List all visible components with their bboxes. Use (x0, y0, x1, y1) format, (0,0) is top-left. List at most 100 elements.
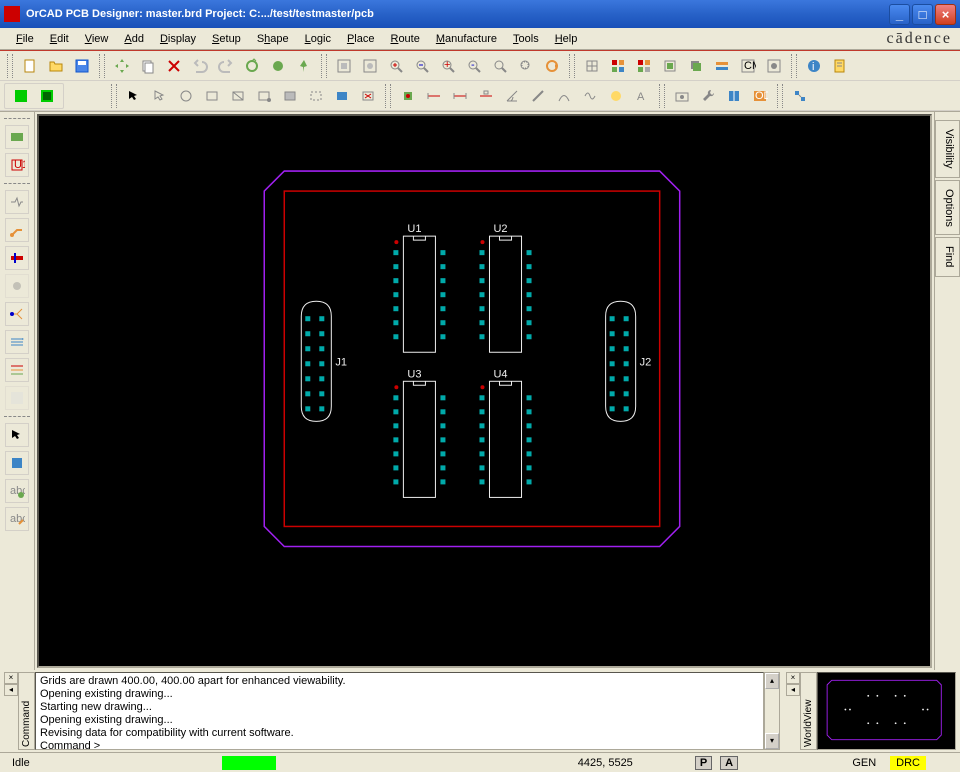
command-console[interactable]: Grids are drawn 400.00, 400.00 apart for… (35, 672, 764, 750)
save-button[interactable] (70, 54, 94, 78)
drc-button[interactable] (604, 84, 628, 108)
vbtn-diff[interactable] (5, 386, 29, 410)
layers-button[interactable] (658, 54, 682, 78)
place-button[interactable] (396, 84, 420, 108)
design-canvas[interactable]: J1 J2 (37, 114, 932, 668)
tab-find[interactable]: Find (935, 237, 960, 276)
line-button[interactable] (526, 84, 550, 108)
zoom-world-button[interactable] (358, 54, 382, 78)
dim-edit-button[interactable] (474, 84, 498, 108)
vbtn-bus[interactable] (5, 330, 29, 354)
menu-shape[interactable]: Shape (249, 31, 297, 47)
zoom-out-button[interactable] (410, 54, 434, 78)
status-p-badge[interactable]: P (695, 756, 712, 770)
menu-place[interactable]: Place (339, 31, 383, 47)
vbtn-text2[interactable]: abc (5, 507, 29, 531)
console-collapse-button[interactable]: ◂ (4, 684, 18, 696)
color1-button[interactable] (606, 54, 630, 78)
menu-view[interactable]: View (77, 31, 117, 47)
vbtn-comp[interactable] (5, 125, 29, 149)
vbtn-pointer[interactable] (5, 423, 29, 447)
camera-button[interactable] (670, 84, 694, 108)
vbtn-net[interactable] (5, 190, 29, 214)
zoom-in-button[interactable] (384, 54, 408, 78)
menu-add[interactable]: Add (116, 31, 152, 47)
dimension-button[interactable] (448, 84, 472, 108)
menu-help[interactable]: Help (547, 31, 586, 47)
vbtn-slide[interactable] (5, 246, 29, 270)
etch-edit-button[interactable] (9, 84, 33, 108)
menu-setup[interactable]: Setup (204, 31, 249, 47)
shadow-button[interactable] (684, 54, 708, 78)
tab-options[interactable]: Options (935, 180, 960, 236)
color2-button[interactable] (632, 54, 656, 78)
angle-button[interactable] (500, 84, 524, 108)
refresh-button[interactable] (240, 54, 264, 78)
new-button[interactable] (18, 54, 42, 78)
zoom-in2-button[interactable]: + (436, 54, 460, 78)
vbtn-route[interactable] (5, 218, 29, 242)
minimap-close-button[interactable]: × (786, 672, 800, 684)
tab-visibility[interactable]: Visibility (935, 120, 960, 178)
constraint-button[interactable]: CM (736, 54, 760, 78)
vbtn-spread[interactable] (5, 358, 29, 382)
zoom-prev-button[interactable] (514, 54, 538, 78)
wrench-button[interactable] (696, 84, 720, 108)
menu-file[interactable]: File (8, 31, 42, 47)
del-shape-button[interactable] (356, 84, 380, 108)
dimline-button[interactable] (422, 84, 446, 108)
redraw-button[interactable] (540, 54, 564, 78)
circle-button[interactable] (174, 84, 198, 108)
poly-button[interactable] (278, 84, 302, 108)
viewlog-button[interactable] (266, 54, 290, 78)
assign-button[interactable] (788, 84, 812, 108)
spline-button[interactable] (578, 84, 602, 108)
open-button[interactable] (44, 54, 68, 78)
void-button[interactable] (304, 84, 328, 108)
menu-manufacture[interactable]: Manufacture (428, 31, 505, 47)
zoom-out2-button[interactable]: - (462, 54, 486, 78)
minimap-collapse-button[interactable]: ◂ (786, 684, 800, 696)
text-button[interactable]: A (630, 84, 654, 108)
vbtn-hilite[interactable] (5, 451, 29, 475)
vbtn-text1[interactable]: abc (5, 479, 29, 503)
shape-edit-button[interactable] (252, 84, 276, 108)
undo-button[interactable] (188, 54, 212, 78)
select2-button[interactable] (330, 84, 354, 108)
menu-tools[interactable]: Tools (505, 31, 547, 47)
status-a-badge[interactable]: A (720, 756, 738, 770)
menu-display[interactable]: Display (152, 31, 204, 47)
vbtn-sym[interactable]: U1 (5, 153, 29, 177)
minimize-button[interactable]: _ (889, 4, 910, 25)
info-button[interactable]: i (802, 54, 826, 78)
prm-button[interactable] (762, 54, 786, 78)
menu-route[interactable]: Route (382, 31, 427, 47)
odb-button[interactable]: ODB (748, 84, 772, 108)
console-scrollbar[interactable]: ▴▾ (764, 672, 780, 750)
pin-button[interactable] (292, 54, 316, 78)
menu-logic[interactable]: Logic (297, 31, 339, 47)
rect2-button[interactable] (226, 84, 250, 108)
xsect-button[interactable] (710, 54, 734, 78)
delete-button[interactable] (162, 54, 186, 78)
menu-edit[interactable]: Edit (42, 31, 77, 47)
close-button[interactable]: × (935, 4, 956, 25)
worldview-minimap[interactable] (817, 672, 956, 750)
book-button[interactable] (722, 84, 746, 108)
report-button[interactable] (828, 54, 852, 78)
vbtn-fanout[interactable] (5, 302, 29, 326)
arc-button[interactable] (552, 84, 576, 108)
maximize-button[interactable]: □ (912, 4, 933, 25)
copy-button[interactable] (136, 54, 160, 78)
rect-button[interactable] (200, 84, 224, 108)
move-button[interactable] (110, 54, 134, 78)
zoom-select-button[interactable] (488, 54, 512, 78)
status-drc[interactable]: DRC (890, 756, 926, 770)
select-button[interactable] (148, 84, 172, 108)
redo-button[interactable] (214, 54, 238, 78)
vbtn-via[interactable] (5, 274, 29, 298)
general-edit-button[interactable] (35, 84, 59, 108)
arrow-tool-button[interactable] (122, 84, 146, 108)
grid-button[interactable] (580, 54, 604, 78)
console-close-button[interactable]: × (4, 672, 18, 684)
